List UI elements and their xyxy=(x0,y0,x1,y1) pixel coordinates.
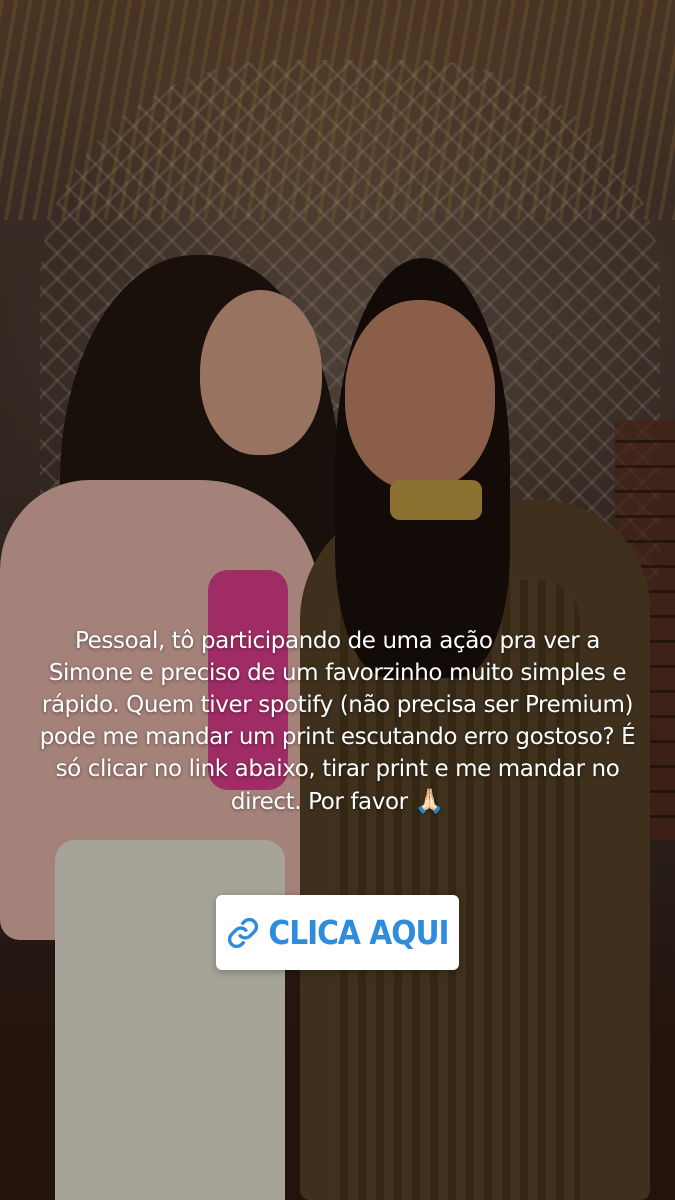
link-sticker-label: CLICA AQUI xyxy=(268,913,449,952)
story-caption-text: Pessoal, tô participando de uma ação pra… xyxy=(39,628,636,815)
link-icon xyxy=(228,917,259,948)
story-caption: Pessoal, tô participando de uma ação pra… xyxy=(30,625,645,818)
story-background-photo xyxy=(0,0,675,1200)
photo-dim-overlay xyxy=(0,0,675,1200)
praying-hands-emoji: 🙏🏻 xyxy=(414,787,445,815)
link-sticker-button[interactable]: CLICA AQUI xyxy=(216,895,459,970)
